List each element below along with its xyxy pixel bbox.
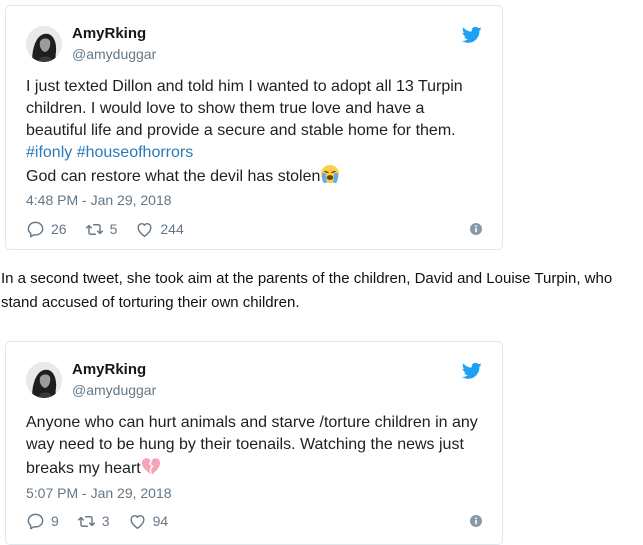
avatar[interactable] [26, 362, 62, 398]
like-count: 94 [152, 513, 169, 529]
tweet-timestamp[interactable]: 4:48 PM - Jan 29, 2018 [26, 192, 172, 208]
tweet-timestamp[interactable]: 5:07 PM - Jan 29, 2018 [26, 485, 172, 501]
reply-count: 9 [51, 513, 59, 529]
tweet-text-closing: God can restore what the devil has stole… [26, 168, 321, 185]
reply-button[interactable]: 9 [26, 512, 59, 531]
retweet-button[interactable]: 3 [77, 512, 110, 531]
reply-icon [27, 513, 44, 529]
reply-count: 26 [51, 221, 67, 237]
broken-heart-icon [141, 458, 160, 475]
retweet-count: 3 [101, 513, 110, 529]
tweet-text-main: I just texted Dillon and told him I want… [26, 78, 463, 139]
tweet-actions: 26 5 244 [26, 219, 202, 239]
user-handle[interactable]: @amyduggar [72, 382, 156, 398]
tweet-text: Anyone who can hurt animals and starve /… [26, 412, 486, 480]
like-button[interactable]: 244 [135, 220, 184, 239]
tweet-actions: 9 3 94 [26, 511, 186, 531]
retweet-button[interactable]: 5 [85, 220, 118, 239]
heart-icon [130, 514, 145, 529]
reply-icon [27, 221, 44, 237]
like-button[interactable]: 94 [128, 512, 169, 531]
embedded-tweet[interactable]: AmyRking @amyduggar Anyone who can hurt … [5, 341, 503, 545]
like-count: 244 [160, 221, 184, 237]
user-handle[interactable]: @amyduggar [72, 46, 156, 62]
hashtag-link[interactable]: #houseofhorrors [77, 144, 194, 161]
article-paragraph: In a second tweet, she took aim at the p… [1, 270, 613, 311]
info-icon[interactable] [470, 515, 482, 527]
twitter-bird-icon[interactable] [462, 26, 482, 44]
avatar[interactable] [26, 26, 62, 62]
display-name[interactable]: AmyRking [72, 25, 146, 42]
retweet-icon [85, 223, 103, 235]
tweet-text-main: Anyone who can hurt animals and starve /… [26, 414, 478, 477]
info-icon[interactable] [470, 223, 482, 235]
hashtag-link[interactable]: #ifonly [26, 144, 72, 161]
display-name[interactable]: AmyRking [72, 361, 146, 378]
crying-face-icon [321, 165, 340, 183]
heart-icon [137, 222, 152, 237]
retweet-icon [77, 515, 95, 527]
twitter-bird-icon[interactable] [462, 362, 482, 380]
retweet-count: 5 [109, 221, 118, 237]
reply-button[interactable]: 26 [26, 220, 67, 239]
embedded-tweet[interactable]: AmyRking @amyduggar I just texted Dillon… [5, 5, 503, 250]
tweet-text: I just texted Dillon and told him I want… [26, 76, 486, 188]
